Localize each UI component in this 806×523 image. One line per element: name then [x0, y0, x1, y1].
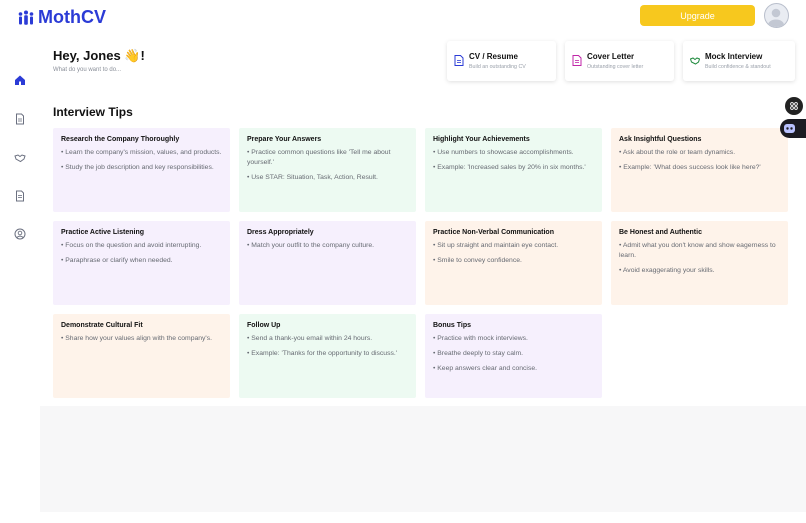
tip-card: Dress Appropriately • Match your outfit … [239, 221, 416, 305]
tip-item: • Paraphrase or clarify when needed. [61, 257, 173, 264]
cover-letter-card[interactable]: Cover Letter Outstanding cover letter [565, 41, 674, 81]
tip-title: Be Honest and Authentic [619, 229, 702, 236]
card-title: Mock Interview [705, 52, 763, 61]
user-avatar-icon [768, 8, 784, 27]
greeting-title: Hey, Jones 👋! [53, 48, 145, 63]
tip-item: • Breathe deeply to stay calm. [433, 350, 524, 357]
apps-grid-button[interactable] [785, 97, 803, 115]
card-title: CV / Resume [469, 52, 518, 61]
tip-card: Be Honest and Authentic • Admit what you… [611, 221, 788, 305]
tip-item: • Practice with mock interviews. [433, 335, 528, 342]
logo-people-icon [18, 10, 34, 25]
main-panel: Hey, Jones 👋! What do you want to do... … [40, 34, 806, 406]
document-icon[interactable] [14, 113, 26, 125]
main-content: Hey, Jones 👋! What do you want to do... … [40, 34, 806, 512]
tip-card: Prepare Your Answers • Practice common q… [239, 128, 416, 212]
tip-title: Practice Active Listening [61, 229, 144, 236]
card-subtitle: Build confidence & standout [705, 64, 771, 70]
tip-title: Highlight Your Achievements [433, 136, 530, 143]
handshake-icon [690, 57, 700, 65]
tip-item: • Learn the company's mission, values, a… [61, 149, 222, 156]
tip-title: Ask Insightful Questions [619, 136, 702, 143]
tip-item: • Study the job description and key resp… [61, 164, 214, 171]
tip-card: Practice Non-Verbal Communication • Sit … [425, 221, 602, 305]
tip-item: • Focus on the question and avoid interr… [61, 242, 202, 249]
tip-title: Bonus Tips [433, 322, 471, 329]
tip-title: Research the Company Thoroughly [61, 136, 180, 143]
tip-title: Dress Appropriately [247, 229, 314, 236]
tip-title: Practice Non-Verbal Communication [433, 229, 554, 236]
card-title: Cover Letter [587, 52, 635, 61]
tip-title: Demonstrate Cultural Fit [61, 322, 143, 329]
tip-item: • Send a thank-you email within 24 hours… [247, 335, 373, 342]
greeting-subtitle: What do you want to do... [53, 67, 122, 73]
tip-item: • Use STAR: Situation, Task, Action, Res… [247, 174, 378, 181]
letter-icon [572, 55, 582, 66]
card-subtitle: Build an outstanding CV [469, 64, 526, 70]
tip-item: • Use numbers to showcase accomplishment… [433, 149, 574, 156]
tip-card: Bonus Tips • Practice with mock intervie… [425, 314, 602, 398]
footer-strip [0, 512, 806, 523]
tip-card: Practice Active Listening • Focus on the… [53, 221, 230, 305]
tip-item: • Example: 'Increased sales by 20% in si… [433, 164, 586, 171]
file-icon[interactable] [14, 190, 26, 202]
tip-card: Research the Company Thoroughly • Learn … [53, 128, 230, 212]
handshake-icon[interactable] [14, 152, 26, 164]
bot-icon [784, 124, 795, 133]
mock-interview-card[interactable]: Mock Interview Build confidence & stando… [683, 41, 795, 81]
upgrade-button[interactable]: Upgrade [640, 5, 755, 26]
tip-item: • Keep answers clear and concise. [433, 365, 538, 372]
tip-item: • Smile to convey confidence. [433, 257, 522, 264]
card-subtitle: Outstanding cover letter [587, 64, 644, 70]
app-name: MothCV [38, 7, 106, 27]
tip-item: • Ask about the role or team dynamics. [619, 149, 736, 156]
tip-item: • Share how your values align with the c… [61, 335, 213, 342]
top-bar: MothCV Upgrade [0, 0, 806, 34]
section-title: Interview Tips [53, 105, 133, 119]
user-circle-icon[interactable] [14, 228, 26, 240]
tip-item: • Match your outfit to the company cultu… [247, 242, 375, 249]
tip-item: • Example: 'Thanks for the opportunity t… [247, 350, 398, 357]
document-icon [454, 55, 464, 66]
tip-card: Follow Up • Send a thank-you email withi… [239, 314, 416, 398]
logo[interactable]: MothCV [17, 7, 106, 28]
tip-item: • Avoid exaggerating your skills. [619, 267, 715, 274]
tip-card: Ask Insightful Questions • Ask about the… [611, 128, 788, 212]
tip-title: Follow Up [247, 322, 281, 329]
sidebar [0, 34, 40, 523]
tip-item: • Practice common questions like 'Tell m… [247, 149, 391, 166]
tip-item: • Sit up straight and maintain eye conta… [433, 242, 559, 249]
tip-item: • Admit what you don't know and show eag… [619, 242, 776, 259]
home-icon[interactable] [14, 74, 26, 86]
grid-icon [790, 102, 798, 110]
chat-bot-button[interactable] [780, 119, 806, 138]
tip-card: Highlight Your Achievements • Use number… [425, 128, 602, 212]
tip-card: Demonstrate Cultural Fit • Share how you… [53, 314, 230, 398]
tip-title: Prepare Your Answers [247, 136, 322, 143]
avatar[interactable] [764, 3, 789, 28]
cv-resume-card[interactable]: CV / Resume Build an outstanding CV [447, 41, 556, 81]
tip-item: • Example: 'What does success look like … [619, 164, 761, 171]
